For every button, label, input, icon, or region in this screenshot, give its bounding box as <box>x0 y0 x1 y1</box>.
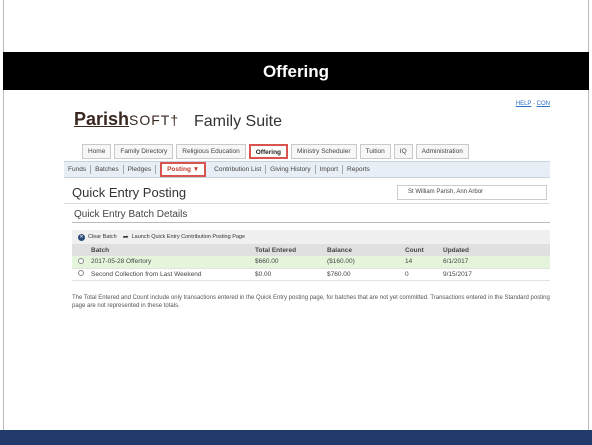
nav-tab-family-directory[interactable]: Family Directory <box>114 144 174 159</box>
section-divider <box>72 222 550 223</box>
nav-tab-religious-education[interactable]: Religious Education <box>176 144 246 159</box>
total-entered: $660.00 <box>252 256 324 269</box>
subnav-giving-history[interactable]: Giving History <box>266 165 316 174</box>
balance: ($160.00) <box>324 256 402 269</box>
col-updated: Updated <box>440 244 550 256</box>
subnav-reports[interactable]: Reports <box>343 165 374 174</box>
count: 14 <box>402 256 440 269</box>
parishsoft-logo[interactable]: ParishSOFT† <box>74 109 178 130</box>
subnav-import[interactable]: Import <box>316 165 344 174</box>
subnav-funds[interactable]: Funds <box>64 165 92 174</box>
row-select-cell <box>72 268 88 281</box>
clear-icon: ✕ <box>78 233 85 241</box>
nav-tab-home[interactable]: Home <box>82 144 112 159</box>
slide-title: Offering <box>3 52 589 90</box>
col-batch: Batch <box>88 244 252 256</box>
divider <box>64 203 550 204</box>
clear-batch-label: Clear Batch <box>88 234 117 240</box>
batch-toolbar: ✕ Clear Batch ➦ Launch Quick Entry Contr… <box>72 230 550 244</box>
table-row[interactable]: 2017-05-28 Offertory $660.00 ($160.00) 1… <box>72 256 550 269</box>
nav-tab-ministry-scheduler[interactable]: Ministry Scheduler <box>291 144 357 159</box>
logo-part-parish: Parish <box>74 109 130 129</box>
section-title: Quick Entry Batch Details <box>74 209 188 220</box>
table-row[interactable]: Second Collection from Last Weekend $0.0… <box>72 268 550 281</box>
table-header-row: Batch Total Entered Balance Count Update… <box>72 244 550 256</box>
top-links: HELP - CON <box>516 101 550 107</box>
product-name: Family Suite <box>194 113 283 130</box>
main-nav: Home Family Directory Religious Educatio… <box>82 144 469 159</box>
row-select-cell <box>72 256 88 269</box>
updated: 9/15/2017 <box>440 268 550 281</box>
slide-footer-bar <box>0 430 592 445</box>
nav-tab-offering[interactable]: Offering <box>248 144 289 159</box>
page-title: Quick Entry Posting <box>72 185 187 200</box>
help-link[interactable]: HELP <box>516 101 532 107</box>
launch-icon: ➦ <box>122 234 129 241</box>
balance: $760.00 <box>324 268 402 281</box>
col-balance: Balance <box>324 244 402 256</box>
launch-quick-entry-button[interactable]: ➦ Launch Quick Entry Contribution Postin… <box>123 233 245 241</box>
row-radio[interactable] <box>78 270 84 276</box>
slide: Offering HELP - CON ParishSOFT† Family S… <box>0 0 592 445</box>
batch-name: 2017-05-28 Offertory <box>88 256 252 269</box>
updated: 6/1/2017 <box>440 256 550 269</box>
clear-batch-button[interactable]: ✕ Clear Batch <box>78 233 117 241</box>
launch-quick-entry-label: Launch Quick Entry Contribution Posting … <box>131 234 246 240</box>
logo-part-soft: SOFT <box>129 112 171 128</box>
nav-tab-administration[interactable]: Administration <box>415 144 469 159</box>
nav-tab-tuition[interactable]: Tuition <box>359 144 391 159</box>
total-entered: $0.00 <box>252 268 324 281</box>
subnav-contribution-list[interactable]: Contribution List <box>210 165 267 174</box>
sub-nav: Funds Batches Pledges Posting ▼ Contribu… <box>64 161 550 178</box>
col-select <box>72 244 88 256</box>
count: 0 <box>402 268 440 281</box>
batch-table: Batch Total Entered Balance Count Update… <box>72 244 550 281</box>
logo-cross-icon: † <box>170 112 179 128</box>
col-count: Count <box>402 244 440 256</box>
subnav-posting-dropdown[interactable]: Posting ▼ <box>160 162 207 177</box>
subnav-batches[interactable]: Batches <box>91 165 124 174</box>
top-link-separator: - <box>532 101 535 107</box>
app-screenshot: HELP - CON ParishSOFT† Family Suite Home… <box>64 97 550 424</box>
parish-selector[interactable]: St William Parish, Ann Arbor <box>397 185 547 200</box>
nav-tab-iq[interactable]: IQ <box>393 144 413 159</box>
subnav-pledges[interactable]: Pledges <box>124 165 157 174</box>
batch-name: Second Collection from Last Weekend <box>88 268 252 281</box>
totals-note: The Total Entered and Count include only… <box>72 295 550 309</box>
row-radio[interactable] <box>78 257 84 264</box>
contact-link[interactable]: CON <box>537 101 550 107</box>
col-total-entered: Total Entered <box>252 244 324 256</box>
